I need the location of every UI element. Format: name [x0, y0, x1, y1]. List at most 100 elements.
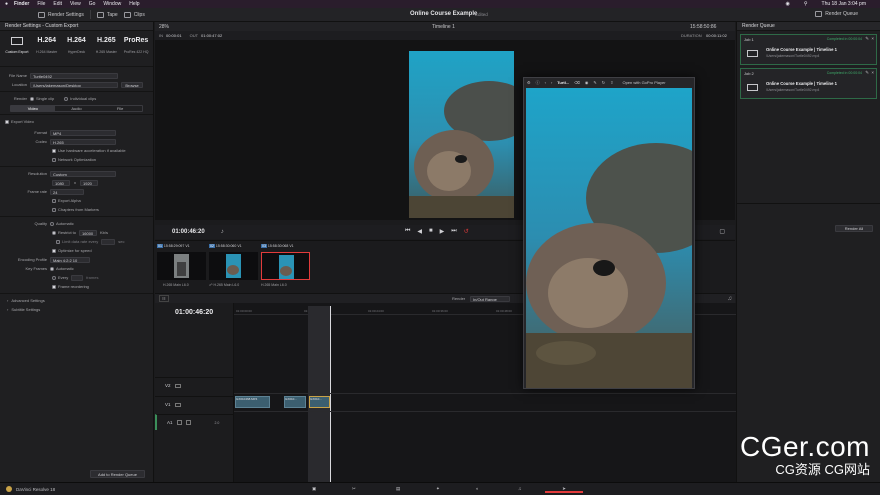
track-v2-header[interactable]: V2 — [155, 377, 234, 393]
back-icon[interactable]: ‹ — [545, 80, 546, 85]
enc-profile-select[interactable]: Main 4:2:2 10 — [50, 256, 90, 263]
tab-video[interactable]: Video — [11, 106, 55, 111]
deliver-page-icon[interactable]: ➤ — [545, 486, 583, 493]
limit-rate-field[interactable] — [101, 238, 116, 245]
tab-file[interactable]: File — [98, 106, 142, 111]
clip-thumbnail-selected[interactable] — [261, 252, 310, 280]
resolution-select[interactable]: Custom — [50, 170, 116, 177]
loop-icon[interactable]: ↺ — [464, 228, 469, 235]
tab-audio[interactable]: Audio — [55, 106, 99, 111]
menu-help[interactable]: Help — [129, 1, 139, 7]
info-icon[interactable]: ⓘ — [536, 80, 540, 86]
stop-icon[interactable]: ■ — [429, 228, 433, 235]
volume-icon[interactable]: ♪ — [221, 229, 224, 235]
menu-view[interactable]: View — [70, 1, 81, 7]
media-page-icon[interactable]: ▣ — [312, 486, 321, 493]
clock[interactable]: Thu 18 Jan 3:04 pm — [822, 1, 866, 7]
clip-thumbnail[interactable] — [209, 252, 258, 280]
res-width-field[interactable]: 1080 — [52, 179, 70, 186]
skip-end-icon[interactable]: ⏭ — [451, 228, 456, 235]
track-monitor-icon[interactable] — [174, 383, 181, 388]
file-name-field[interactable]: Turtle0492 — [30, 72, 118, 79]
mute-button[interactable] — [185, 420, 191, 425]
codec-select[interactable]: H.265 — [50, 138, 116, 145]
frame-rate-select[interactable]: 24 — [50, 188, 84, 195]
track-monitor-icon[interactable] — [174, 402, 181, 407]
restrict-field[interactable]: 16000 — [79, 229, 98, 236]
trash-icon[interactable]: ⌫ — [574, 80, 580, 85]
quality-auto-radio[interactable] — [50, 221, 54, 226]
cut-page-icon[interactable]: ✂ — [352, 486, 361, 493]
apple-icon[interactable]: ● — [5, 1, 8, 7]
format-select[interactable]: MP4 — [50, 129, 116, 136]
close-icon[interactable]: × — [871, 36, 874, 41]
in-out-range[interactable] — [308, 306, 330, 482]
audio-meter-icon[interactable]: ♫ — [728, 296, 733, 302]
browse-button[interactable]: Browse — [121, 81, 143, 88]
add-to-render-queue-button[interactable]: Add to Render Queue — [90, 470, 145, 478]
color-page-icon[interactable]: ◐ — [476, 486, 485, 493]
single-clip-radio[interactable] — [30, 96, 34, 101]
clips-button[interactable]: Clips — [123, 11, 145, 18]
clip-thumbnail[interactable] — [157, 252, 206, 280]
preset-prores[interactable]: ProRes ProRes 422 HQ — [122, 35, 150, 64]
export-alpha-checkbox[interactable] — [52, 198, 56, 203]
track-a1-header[interactable]: A1 2.0 — [155, 414, 234, 430]
out-timecode[interactable]: 01:00:47:02 — [201, 33, 222, 38]
kf-every-radio[interactable] — [52, 275, 56, 280]
menu-file[interactable]: File — [37, 1, 45, 7]
fairlight-page-icon[interactable]: ♫ — [518, 486, 527, 493]
share-icon[interactable]: ⇧ — [610, 80, 613, 85]
menu-edit[interactable]: Edit — [53, 1, 62, 7]
subtitle-settings-row[interactable]: › Subtitle Settings — [0, 305, 153, 314]
preset-hyperdeck[interactable]: H.264 HyperDeck — [62, 35, 90, 64]
rotate-icon[interactable]: ↻ — [602, 80, 605, 85]
fullscreen-icon[interactable]: ▢ — [719, 228, 725, 235]
kf-every-field[interactable] — [71, 274, 84, 281]
menu-go[interactable]: Go — [89, 1, 96, 7]
gopro-preview-window[interactable]: ⚙ ⓘ ‹ › Turtl... ⌫ ◉ ✎ ↻ ⇧ Open with GoP… — [523, 77, 695, 389]
timeline-clip[interactable]: GX010468.MP4 — [235, 396, 270, 408]
playhead[interactable] — [330, 306, 331, 482]
in-timecode[interactable]: 00:00:01 — [166, 33, 182, 38]
restrict-radio[interactable] — [52, 230, 56, 235]
close-icon[interactable]: × — [871, 70, 874, 75]
kf-auto-radio[interactable] — [50, 266, 54, 271]
search-icon[interactable]: ⚲ — [804, 1, 808, 7]
tape-button[interactable]: Tape — [96, 11, 118, 18]
render-settings-button[interactable]: Render Settings — [38, 11, 84, 18]
track-v1-header[interactable]: V1 — [155, 396, 234, 412]
timeline-view-icon[interactable]: ☷ — [159, 295, 169, 302]
play-reverse-icon[interactable]: ◀ — [417, 228, 422, 235]
zoom-select[interactable]: 28% — [159, 24, 169, 30]
preset-h265-master[interactable]: H.265 H.265 Master — [92, 35, 120, 64]
solo-button[interactable] — [176, 420, 182, 425]
edit-icon[interactable]: ✎ — [865, 70, 869, 76]
timeline-select[interactable]: Timeline 1 — [432, 24, 455, 30]
render-queue-button[interactable]: Render Queue — [815, 11, 858, 17]
hw-accel-checkbox[interactable] — [52, 148, 56, 153]
edit-page-icon[interactable]: ▤ — [396, 486, 405, 493]
location-field[interactable]: /Users/jakemason/Desktop — [30, 81, 118, 88]
optimize-checkbox[interactable] — [52, 248, 56, 253]
render-all-button[interactable]: Render All — [835, 225, 873, 232]
export-video-checkbox[interactable] — [5, 119, 9, 124]
skip-start-icon[interactable]: ⏮ — [405, 228, 410, 235]
eye-icon[interactable]: ◉ — [585, 80, 589, 85]
individual-clips-radio[interactable] — [64, 96, 69, 101]
render-job[interactable]: Job 1 Completed in 00:00:04 ✎ × Online C… — [740, 34, 877, 65]
chapters-checkbox[interactable] — [52, 207, 56, 212]
timeline-clip-selected[interactable]: GX010... — [309, 396, 330, 408]
render-range-select[interactable]: In/Out Range — [470, 296, 510, 302]
preset-custom-export[interactable]: Custom Export — [3, 35, 31, 64]
edit-icon[interactable]: ✎ — [865, 36, 869, 42]
play-icon[interactable]: ▶ — [440, 228, 445, 235]
menu-window[interactable]: Window — [103, 1, 121, 7]
timeline-clip[interactable]: GX010... — [284, 396, 306, 408]
menu-finder[interactable]: Finder — [14, 1, 29, 7]
render-job[interactable]: Job 2 Completed in 00:00:04 ✎ × Online C… — [740, 68, 877, 99]
fusion-page-icon[interactable]: ✦ — [436, 486, 445, 493]
wifi-icon[interactable]: ◉ — [785, 1, 789, 7]
edit-icon[interactable]: ✎ — [593, 80, 596, 85]
open-with-gopro-button[interactable]: Open with GoPro Player — [622, 80, 665, 85]
